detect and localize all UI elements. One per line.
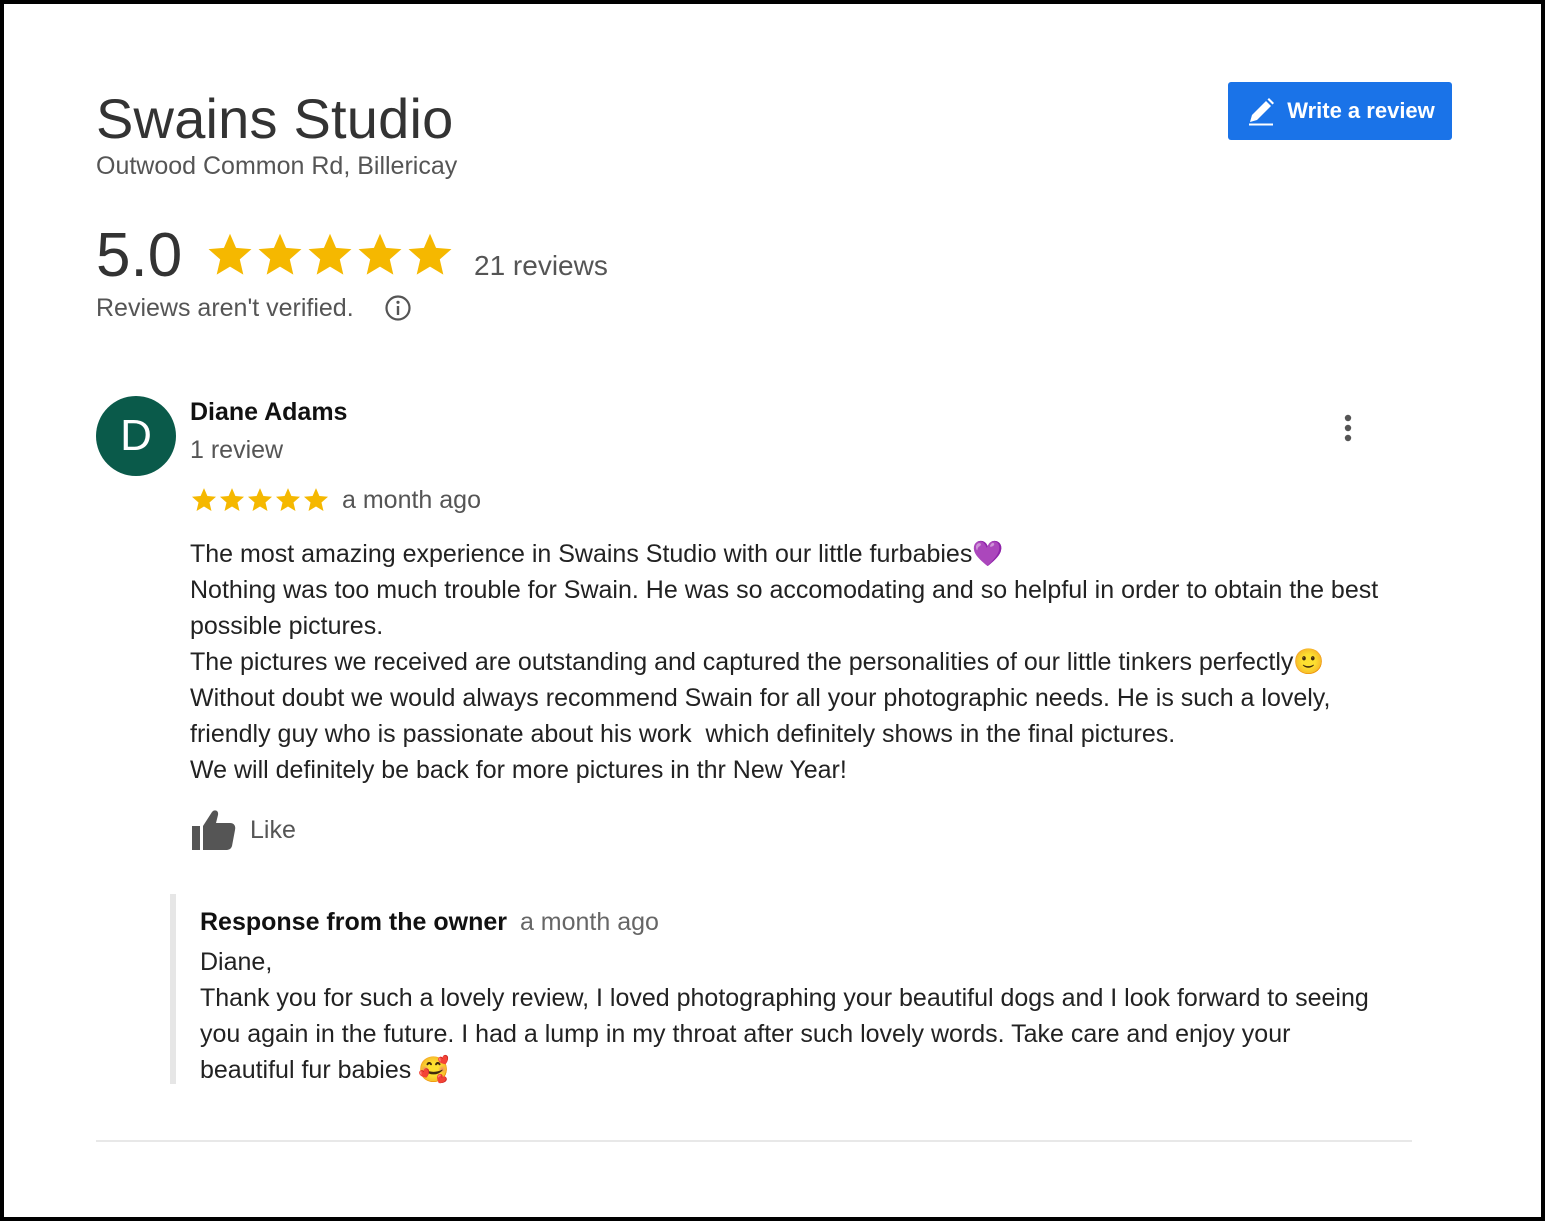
star-icon: [191, 488, 217, 511]
rating-value: 5.0: [96, 221, 183, 290]
owner-response: Response from the owner a month ago Dian…: [170, 894, 1400, 1084]
star-icon: [208, 233, 252, 275]
pencil-icon: [1249, 98, 1275, 126]
business-name: Swains Studio: [96, 87, 454, 150]
owner-response-header: Response from the owner a month ago: [200, 908, 659, 937]
star-icon: [247, 488, 273, 511]
star-icon: [219, 488, 245, 511]
star-icon: [275, 488, 301, 511]
avatar[interactable]: D: [96, 396, 176, 476]
write-review-button[interactable]: Write a review: [1228, 82, 1452, 140]
star-icon: [308, 233, 352, 275]
review-stars: [190, 486, 330, 514]
star-icon: [258, 233, 302, 275]
owner-response-title: Response from the owner: [200, 908, 507, 936]
star-icon: [303, 488, 329, 511]
business-address: Outwood Common Rd, Billericay: [96, 152, 458, 180]
write-review-label: Write a review: [1287, 98, 1435, 123]
review-text: The most amazing experience in Swains St…: [190, 540, 1379, 784]
review-count-link[interactable]: 21 reviews: [474, 250, 608, 282]
verification-note: Reviews aren't verified.: [96, 294, 354, 322]
more-vertical-icon[interactable]: [1336, 408, 1360, 448]
review-time: a month ago: [342, 486, 481, 514]
divider: [96, 1140, 1412, 1142]
owner-response-text: Diane, Thank you for such a lovely revie…: [200, 948, 1369, 1084]
star-icon: [358, 233, 402, 275]
reviewer-review-count: 1 review: [190, 436, 284, 464]
like-label: Like: [250, 815, 296, 844]
rating-stars: [205, 230, 455, 280]
like-button[interactable]: Like: [190, 808, 296, 852]
thumbs-up-icon: [192, 810, 236, 850]
info-icon[interactable]: [384, 294, 412, 322]
review-panel: Swains Studio Outwood Common Rd, Billeri…: [4, 4, 1541, 1217]
owner-response-time: a month ago: [519, 908, 659, 936]
star-icon: [408, 233, 452, 275]
reviewer-name[interactable]: Diane Adams: [190, 398, 347, 427]
